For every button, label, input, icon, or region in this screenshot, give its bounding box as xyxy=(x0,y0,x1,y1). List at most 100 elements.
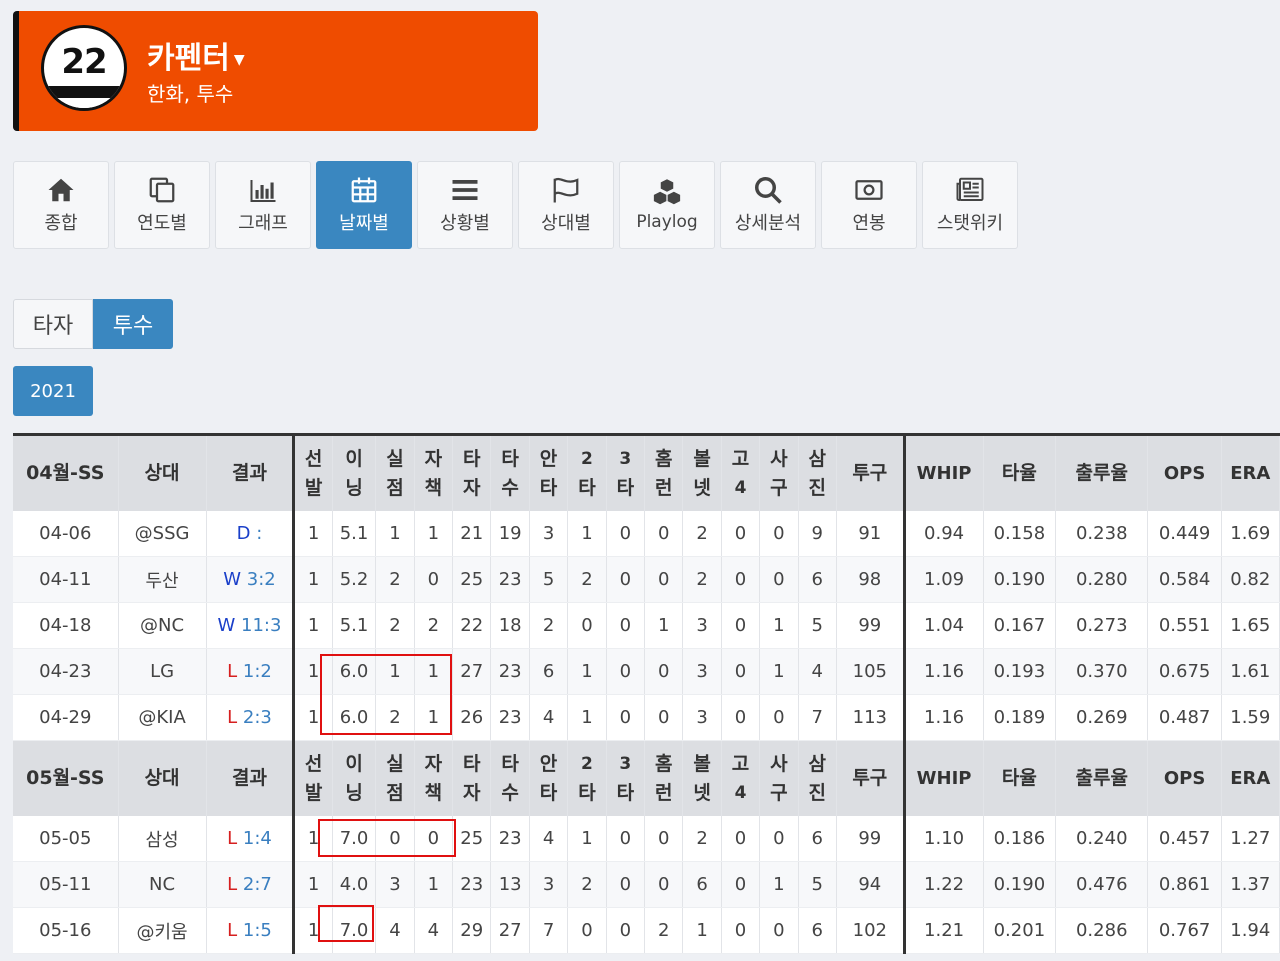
pitcher-tab[interactable]: 투수 xyxy=(93,299,173,349)
stat-cell: 2 xyxy=(375,556,415,603)
stat-cell: 0 xyxy=(644,556,684,603)
stat-cell: 21 xyxy=(452,511,492,557)
stat-cell: 0 xyxy=(567,602,607,649)
col-stat-1: 이닝 xyxy=(332,434,377,511)
col-stat-char: 점 xyxy=(386,781,404,804)
ops-cell: 0.767 xyxy=(1147,907,1222,954)
bar-chart-icon xyxy=(248,175,278,209)
nav-tile-label: Playlog xyxy=(636,212,698,232)
col-stat-char: 닝 xyxy=(345,476,363,499)
col-stat-char: 실 xyxy=(386,752,404,775)
player-team-position: 한화, 투수 xyxy=(147,82,234,106)
calendar-icon xyxy=(349,175,379,209)
col-stat-char: 진 xyxy=(808,781,827,804)
table-row[interactable]: 04-06 @SSG D :1 5.1 1 1 21 19 3 1 0 0 2 0 0 9 91 0.94 0.15… xyxy=(13,511,1280,557)
player-name-dropdown[interactable]: 카펜터 ▼ xyxy=(147,33,245,77)
year-button[interactable]: 2021 xyxy=(13,366,93,416)
col-stat-char: 타 xyxy=(463,752,481,775)
nav-tile-1[interactable]: 연도별 xyxy=(114,161,210,249)
stat-cell: 4 xyxy=(375,907,415,954)
col-stat-char: 볼 xyxy=(693,752,711,775)
table-row[interactable]: 05-05 삼성 L 1:4 1 7.0 0 0 25 23 4 1 0 0 2 0 0 6 99 1.10 0.18… xyxy=(13,816,1280,862)
pitches-cell: 98 xyxy=(836,556,906,603)
nav-tile-4[interactable]: 상황별 xyxy=(417,161,513,249)
nav-tile-2[interactable]: 그래프 xyxy=(215,161,311,249)
stat-cell: 18 xyxy=(490,602,530,649)
nav-tile-label: 상황별 xyxy=(440,213,490,234)
col-stat-2: 실점 xyxy=(375,740,415,816)
search-icon xyxy=(753,175,783,209)
ops-cell: 0.584 xyxy=(1147,556,1222,603)
stat-cell: 0 xyxy=(606,907,646,954)
col-avg: 타율 xyxy=(983,434,1057,511)
stat-cell: 6 xyxy=(798,816,837,862)
col-era: ERA xyxy=(1221,434,1280,511)
ops-cell: 0.449 xyxy=(1147,511,1222,557)
nav-tile-3[interactable]: 날짜별 xyxy=(316,161,412,249)
table-row[interactable]: 04-23 LG L 1:2 1 6.0 1 1 27 23 6 1 0 0 3 0 1 4 105 1.16 0.1… xyxy=(13,648,1280,695)
stat-cell: 1 xyxy=(567,511,607,557)
table-row[interactable]: 05-11 NC L 2:7 1 4.0 3 1 23 13 3 2 0 0 6 0 1 5 94 1.22 0.19… xyxy=(13,861,1280,908)
col-stat-4: 타자 xyxy=(452,740,492,816)
result-score: 11:3 xyxy=(241,615,282,636)
game-result: L 2:3 xyxy=(206,694,296,741)
stat-cell: 1 xyxy=(567,648,607,695)
col-stat-char: 2 xyxy=(581,448,593,469)
stat-cell: 0 xyxy=(759,511,799,557)
nav-tile-label: 상대별 xyxy=(541,213,591,234)
stat-cell: 0 xyxy=(644,511,684,557)
obp-cell: 0.280 xyxy=(1055,556,1149,603)
table-row[interactable]: 04-18 @NC W 11:3 1 5.1 2 2 22 18 2 0 0 1 3 0 1 5 99 1.04 0.… xyxy=(13,602,1280,649)
col-stat-10: 볼넷 xyxy=(682,434,722,511)
col-stat-char: 수 xyxy=(501,476,519,499)
stat-cell: 0 xyxy=(721,861,761,908)
stat-cell: 4 xyxy=(414,907,454,954)
stat-cell: 4 xyxy=(798,648,837,695)
section-nav: 종합 연도별 그래프 날짜별 상황별 상대별 Playlog 상세분석 연봉 스탯위키 xyxy=(13,161,1018,249)
col-stat-9: 홈런 xyxy=(644,434,684,511)
nav-tile-0[interactable]: 종합 xyxy=(13,161,109,249)
avg-cell: 0.186 xyxy=(983,816,1057,862)
stat-cell: 6 xyxy=(798,556,837,603)
col-stat-11: 고4 xyxy=(721,740,761,816)
stat-cell: 0 xyxy=(606,648,646,695)
nav-tile-9[interactable]: 스탯위키 xyxy=(922,161,1018,249)
table-header-row: 05월-SS 상대 결과 선 발 이 닝 실 점 자 책 타 자 타 수 안 타 2 타 3 타 홈 런 볼 넷 고 4 사 구 삼 진 투구… xyxy=(13,740,1280,816)
stat-cell: 26 xyxy=(452,694,492,741)
pitches-cell: 105 xyxy=(836,648,906,695)
nav-tile-7[interactable]: 상세분석 xyxy=(720,161,816,249)
col-stat-char: 타 xyxy=(578,781,596,804)
nav-tile-8[interactable]: 연봉 xyxy=(821,161,917,249)
era-cell: 1.59 xyxy=(1221,694,1280,741)
nav-tile-6[interactable]: Playlog xyxy=(619,161,715,249)
stat-cell: 7.0 xyxy=(332,907,377,954)
col-stat-char: 진 xyxy=(808,476,827,499)
game-log-table-wrap: 04월-SS 상대 결과 선 발 이 닝 실 점 자 책 타 자 타 수 안 타 2 타 3 타 홈 런 볼 넷 고 4 사 구 삼 진 투구… xyxy=(13,433,1280,954)
col-stat-char: 타 xyxy=(463,447,481,470)
stat-cell: 23 xyxy=(452,861,492,908)
result-letter: L xyxy=(227,707,238,728)
col-era: ERA xyxy=(1221,740,1280,816)
col-stat-char: 넷 xyxy=(693,781,711,804)
nav-tile-5[interactable]: 상대별 xyxy=(518,161,614,249)
batter-tab[interactable]: 타자 xyxy=(13,299,93,349)
table-row[interactable]: 04-29 @KIA L 2:3 1 6.0 2 1 26 23 4 1 0 0 3 0 0 7 113 1.16 0… xyxy=(13,694,1280,741)
result-score: 2:7 xyxy=(242,874,272,895)
table-row[interactable]: 05-16 @키움 L 1:5 1 7.0 4 4 29 27 7 0 0 2 1 0 0 6 102 1.21 0.… xyxy=(13,907,1280,954)
col-stat-char: 수 xyxy=(501,781,519,804)
nav-tile-label: 날짜별 xyxy=(339,213,389,234)
col-stat-char: 타 xyxy=(501,752,519,775)
col-stat-char: 닝 xyxy=(345,781,363,804)
stat-cell: 0 xyxy=(644,816,684,862)
stat-cell: 22 xyxy=(452,602,492,649)
list-icon xyxy=(450,175,480,209)
stat-cell: 6 xyxy=(529,648,569,695)
col-stat-char: 고 xyxy=(731,447,750,470)
nav-tile-label: 연도별 xyxy=(137,213,187,234)
batter-pitcher-toggle: 타자 투수 xyxy=(13,299,173,349)
table-row[interactable]: 04-11 두산 W 3:2 1 5.2 2 0 25 23 5 2 0 0 2 0 0 6 98 1.09 0.19… xyxy=(13,556,1280,603)
stat-cell: 0 xyxy=(721,816,761,862)
stat-cell: 2 xyxy=(375,602,415,649)
stat-cell: 27 xyxy=(452,648,492,695)
opponent: @KIA xyxy=(118,694,207,741)
